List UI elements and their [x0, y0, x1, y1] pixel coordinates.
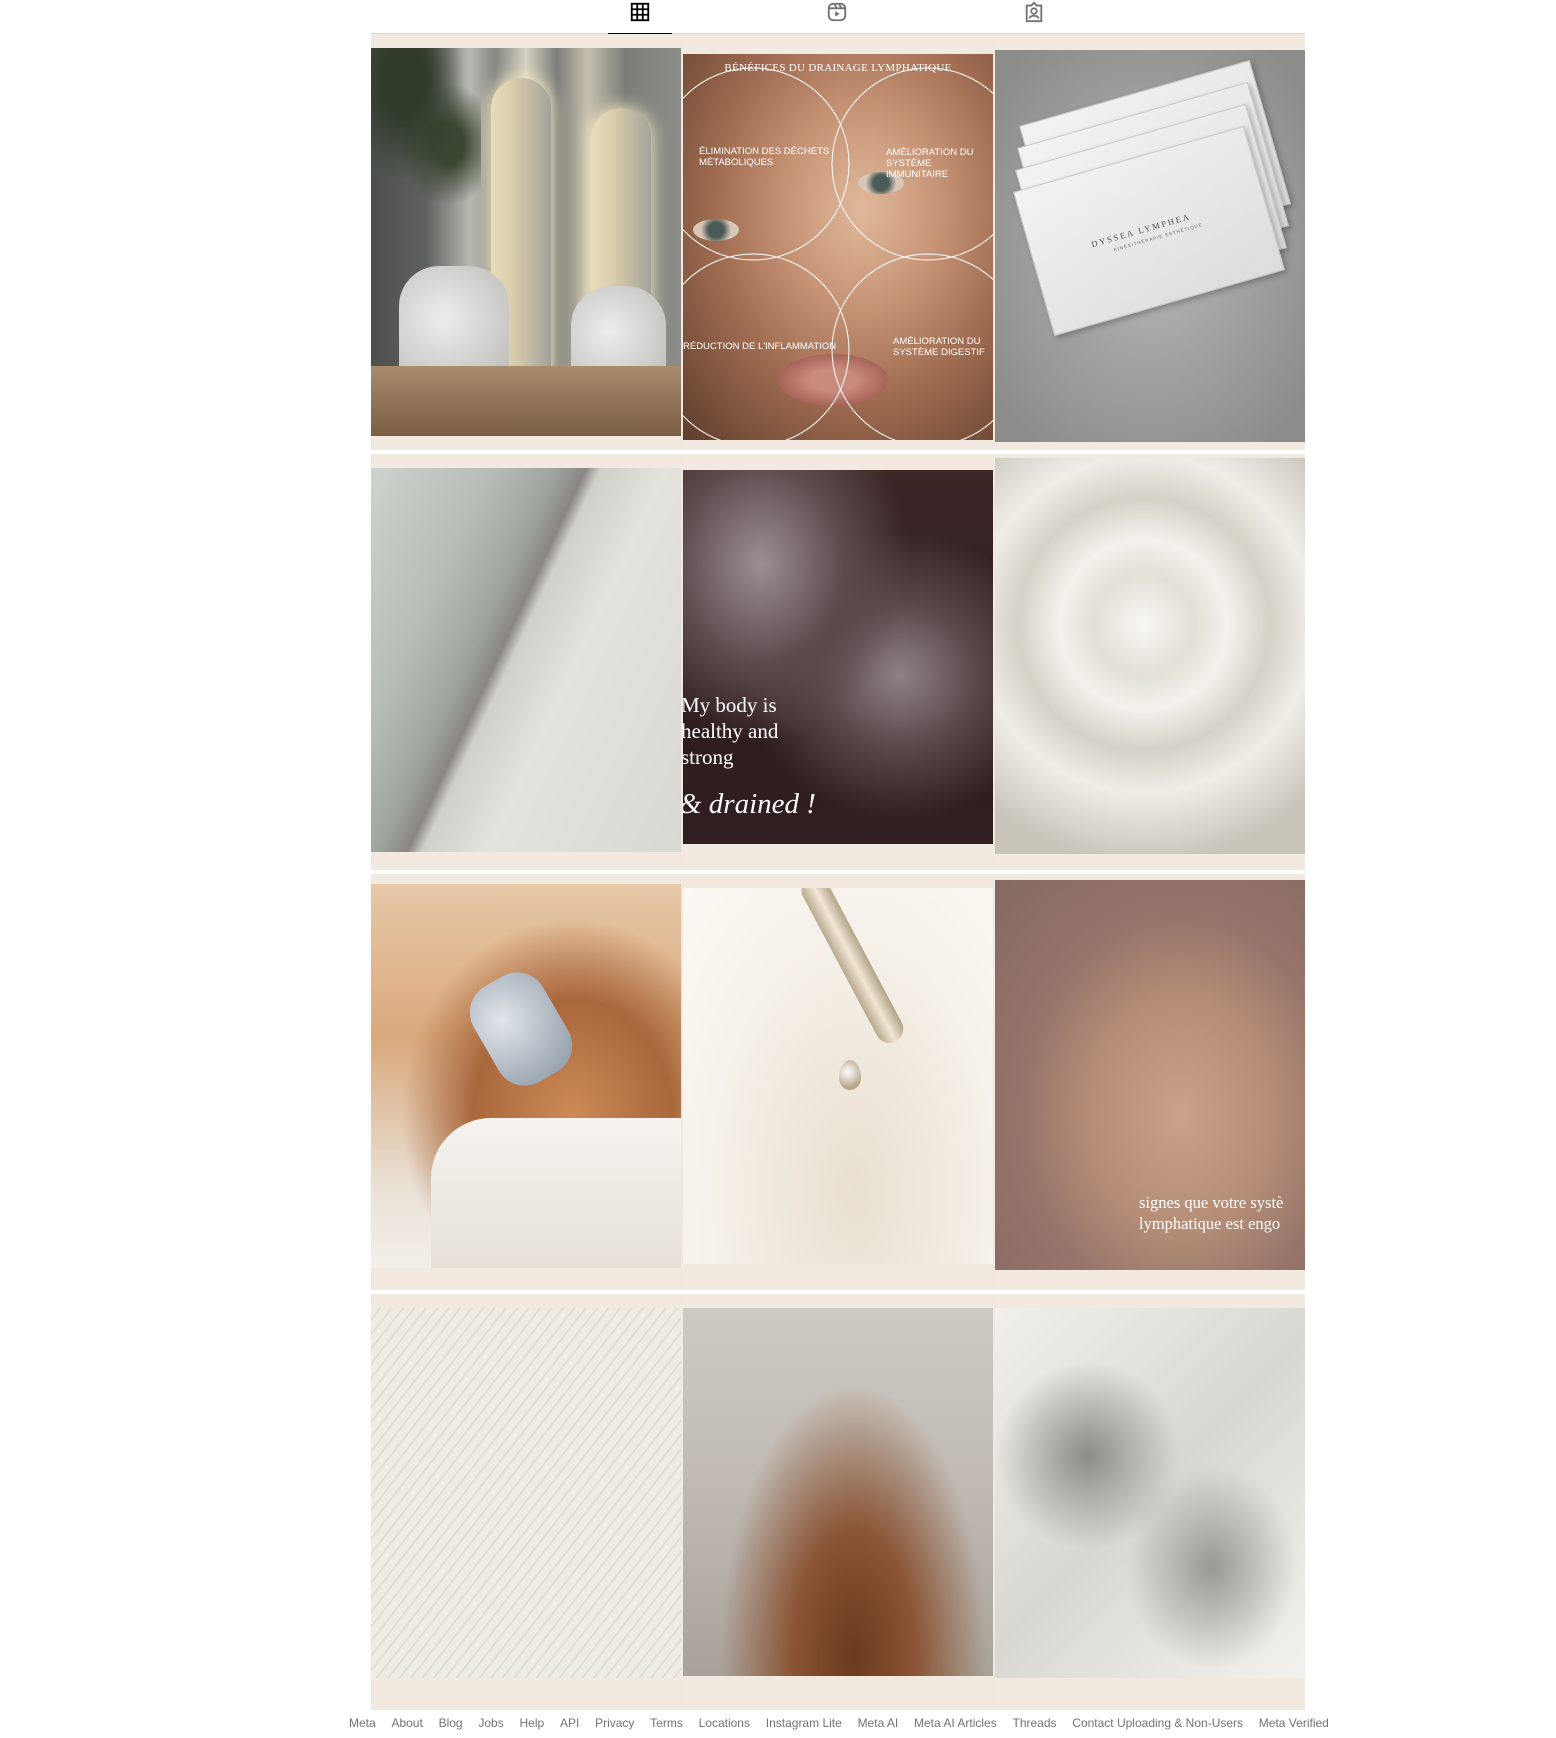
profile-tab-bar — [371, 0, 1305, 35]
post-lounge-chairs[interactable] — [371, 34, 681, 450]
face-photo: BÉNÉFICES DU DRAINAGE LYMPHATIQUE ÉLIMIN… — [683, 54, 993, 440]
footer-link-blog[interactable]: Blog — [439, 1716, 463, 1730]
grid-row — [371, 1294, 1305, 1710]
tab-posts[interactable] — [608, 0, 672, 35]
serum-drop — [839, 1060, 861, 1090]
infographic-title: BÉNÉFICES DU DRAINAGE LYMPHATIQUE — [724, 62, 952, 74]
signs-line: signes que votre systè — [1139, 1193, 1284, 1212]
reels-icon — [827, 2, 847, 22]
footer-link-help[interactable]: Help — [520, 1716, 545, 1730]
benefit-label: RÉDUCTION DE L'INFLAMMATION — [683, 341, 837, 352]
signs-line: lymphatique est engo — [1139, 1214, 1281, 1233]
signs-text: signes que votre systè lymphatique est e… — [1139, 1192, 1283, 1234]
affirmation-line: My body is — [683, 693, 777, 717]
lounge-photo — [371, 48, 681, 436]
post-serum-dropper[interactable] — [683, 874, 993, 1290]
footer-link-meta-ai-articles[interactable]: Meta AI Articles — [914, 1716, 997, 1730]
footer-link-terms[interactable]: Terms — [650, 1716, 683, 1730]
oil-bottle — [458, 961, 584, 1097]
grid-row: My body is healthy and strong & drained … — [371, 454, 1305, 870]
tagged-icon — [1025, 1, 1043, 23]
grid-icon — [630, 2, 650, 22]
post-oil-massage[interactable] — [371, 874, 681, 1290]
footer-link-locations[interactable]: Locations — [699, 1716, 750, 1730]
affirmation-text: My body is healthy and strong — [683, 692, 778, 770]
grid-row: BÉNÉFICES DU DRAINAGE LYMPHATIQUE ÉLIMIN… — [371, 34, 1305, 450]
business-cards-photo: DYSSEA LYMPHEA KINÉSITHÉRAPIE ESTHÉTIQUE — [995, 50, 1305, 442]
post-white-rose[interactable] — [995, 454, 1305, 870]
affirmation-line: healthy and — [683, 719, 779, 743]
wood-floor — [371, 366, 681, 436]
footer-link-instagram-lite[interactable]: Instagram Lite — [766, 1716, 842, 1730]
plant-leaves — [371, 48, 481, 208]
post-lymphatic-benefits[interactable]: BÉNÉFICES DU DRAINAGE LYMPHATIQUE ÉLIMIN… — [683, 34, 993, 450]
post-business-cards[interactable]: DYSSEA LYMPHEA KINÉSITHÉRAPIE ESTHÉTIQUE — [995, 34, 1305, 450]
benefit-label: ÉLIMINATION DES DÉCHETS MÉTABOLIQUES — [699, 146, 830, 168]
footer-links: Meta About Blog Jobs Help API Privacy Te… — [349, 1716, 1329, 1730]
posts-grid: BÉNÉFICES DU DRAINAGE LYMPHATIQUE ÉLIMIN… — [371, 34, 1305, 1714]
knee-photo — [683, 1308, 993, 1676]
tab-reels[interactable] — [805, 0, 869, 34]
footer-link-meta[interactable]: Meta — [349, 1716, 376, 1730]
footer-link-about[interactable]: About — [391, 1716, 422, 1730]
glossy-skin-photo: My body is healthy and strong & drained … — [683, 470, 993, 844]
affirmation-line: strong — [683, 745, 734, 769]
footer-link-contact-uploading[interactable]: Contact Uploading & Non-Users — [1072, 1716, 1243, 1730]
footer-link-privacy[interactable]: Privacy — [595, 1716, 634, 1730]
footer-link-meta-verified[interactable]: Meta Verified — [1259, 1716, 1329, 1730]
post-cream-texture[interactable] — [995, 1294, 1305, 1710]
benefit-label: AMÉLIORATION DU SYSTÈME IMMUNITAIRE — [886, 147, 974, 180]
tab-tagged[interactable] — [1002, 0, 1066, 34]
rose-photo — [995, 458, 1305, 854]
post-water-shore[interactable] — [371, 454, 681, 870]
oil-photo — [371, 884, 681, 1268]
footer-link-threads[interactable]: Threads — [1012, 1716, 1056, 1730]
benefit-circles — [683, 67, 993, 440]
leaf-photo — [371, 1308, 681, 1678]
shoulder-photo: signes que votre systè lymphatique est e… — [995, 880, 1305, 1270]
post-affirmation[interactable]: My body is healthy and strong & drained … — [683, 454, 993, 870]
footer-link-api[interactable]: API — [560, 1716, 579, 1730]
post-lymphatic-signs[interactable]: signes que votre systè lymphatique est e… — [995, 874, 1305, 1290]
dropper-photo — [683, 888, 993, 1264]
cream-photo — [995, 1308, 1305, 1678]
footer-link-jobs[interactable]: Jobs — [478, 1716, 503, 1730]
towel — [431, 1118, 681, 1268]
footer-link-meta-ai[interactable]: Meta AI — [858, 1716, 899, 1730]
water-photo — [371, 468, 681, 852]
affirmation-tagline: & drained ! — [683, 788, 816, 820]
grid-row: signes que votre systè lymphatique est e… — [371, 874, 1305, 1290]
post-knee[interactable] — [683, 1294, 993, 1710]
post-white-leaf[interactable] — [371, 1294, 681, 1710]
dropper — [796, 888, 909, 1048]
benefit-label: AMÉLIORATION DU SYSTÈME DIGESTIF — [893, 336, 985, 358]
